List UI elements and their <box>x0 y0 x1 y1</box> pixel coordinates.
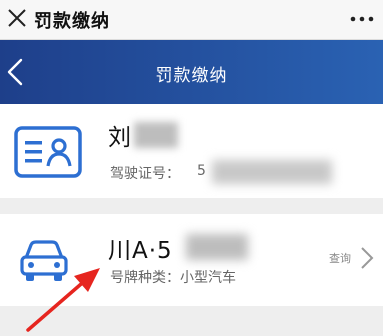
query-link[interactable]: 查询 <box>329 250 351 266</box>
plate-number: 川A·5 <box>108 238 173 264</box>
plate-type-label: 号牌种类：小型汽车 <box>110 270 236 286</box>
driver-license-card[interactable]: 刘 驾驶证号： 5 <box>0 104 383 198</box>
page-title: 罚款缴纳 <box>155 66 228 86</box>
license-number-label: 驾驶证号： <box>110 166 180 182</box>
more-icon[interactable] <box>349 9 375 29</box>
close-icon[interactable] <box>4 5 30 31</box>
driver-name: 刘 <box>108 125 131 151</box>
redacted-plate-number <box>186 234 248 260</box>
license-number-partial: 5 <box>197 163 206 179</box>
redacted-license-number <box>212 160 332 184</box>
chevron-right-icon[interactable] <box>358 244 376 272</box>
license-card-icon <box>14 126 82 178</box>
vehicle-card[interactable]: 川A·5 号牌种类：小型汽车 查询 <box>0 214 383 306</box>
car-icon <box>20 240 68 281</box>
redacted-name <box>134 122 178 148</box>
window-title: 罚款缴纳 <box>34 11 110 32</box>
nav-bar: 罚款缴纳 <box>0 40 383 104</box>
window-top-bar: 罚款缴纳 <box>0 0 383 40</box>
